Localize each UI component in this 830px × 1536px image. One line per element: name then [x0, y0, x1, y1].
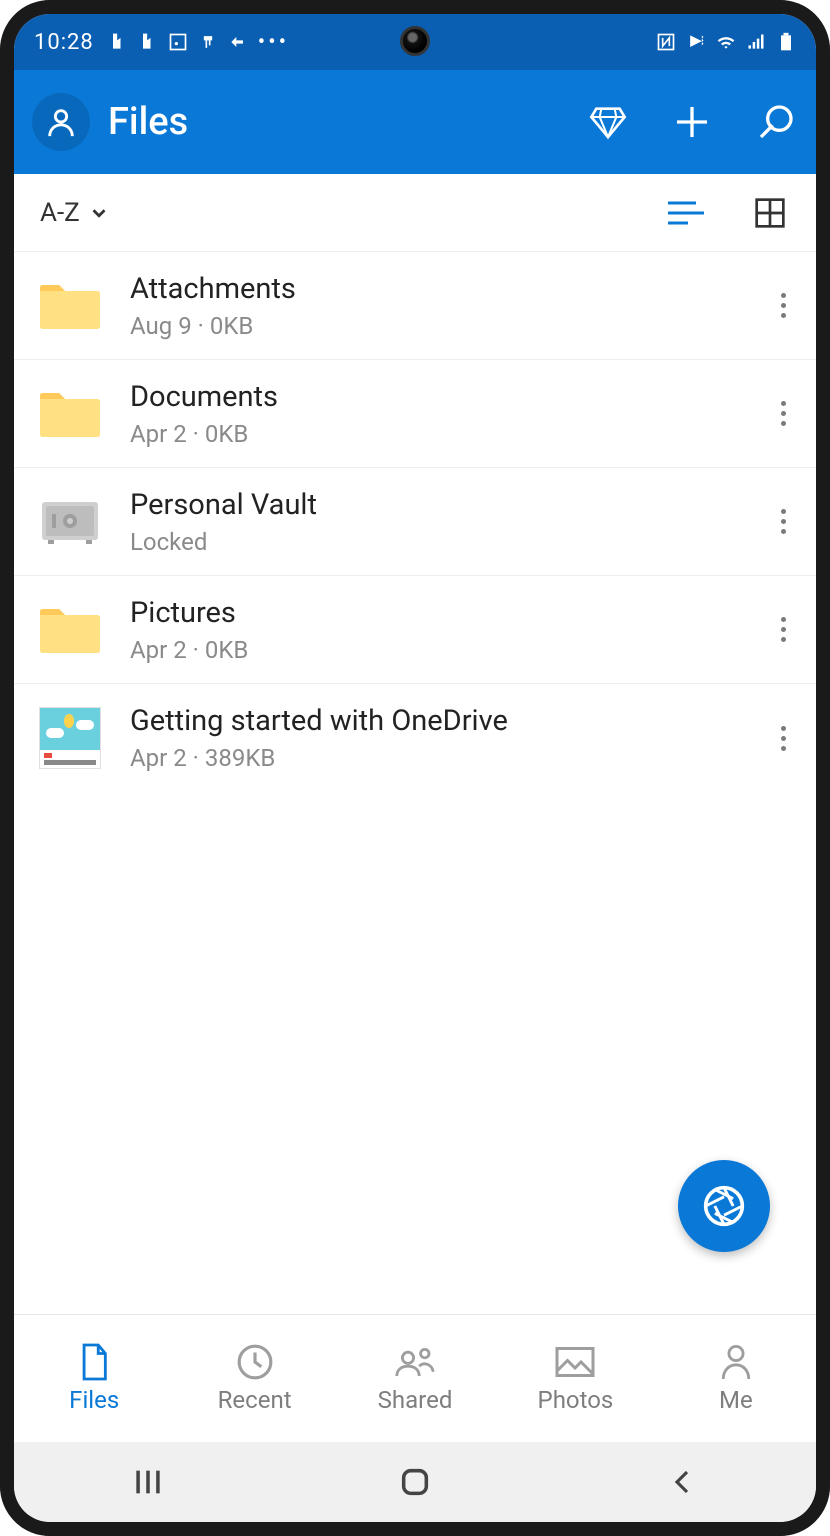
plus-icon [672, 102, 712, 142]
sort-label-text: A-Z [40, 198, 80, 228]
camera-scan-fab[interactable] [678, 1160, 770, 1252]
grid-view-button[interactable] [750, 197, 790, 229]
wifi-icon [716, 32, 736, 52]
sort-dropdown[interactable]: A-Z [40, 198, 110, 228]
home-icon [398, 1465, 432, 1499]
folder-icon [38, 604, 102, 656]
signal-icon [746, 32, 766, 52]
transfer-icon [228, 32, 248, 52]
file-list[interactable]: Attachments Aug 9 · 0KB Documents Apr 2 … [14, 252, 816, 1314]
tab-recent[interactable]: Recent [174, 1315, 334, 1442]
list-item[interactable]: Documents Apr 2 · 0KB [14, 360, 816, 468]
back-icon [667, 1467, 697, 1497]
more-vertical-icon [781, 509, 786, 534]
aperture-icon [702, 1184, 746, 1228]
item-more-button[interactable] [777, 718, 790, 759]
list-item[interactable]: Getting started with OneDrive Apr 2 · 38… [14, 684, 816, 792]
more-notif-icon: ••• [258, 30, 289, 55]
sort-toolbar: A-Z [14, 174, 816, 252]
item-title: Documents [130, 380, 749, 414]
file-icon [77, 1342, 111, 1382]
list-item[interactable]: Pictures Apr 2 · 0KB [14, 576, 816, 684]
android-navbar [14, 1442, 816, 1522]
account-avatar-button[interactable] [32, 93, 90, 151]
front-camera [400, 26, 430, 56]
tab-label: Recent [218, 1386, 292, 1414]
battery-icon [776, 32, 796, 52]
item-title: Getting started with OneDrive [130, 704, 749, 738]
chevron-down-icon [88, 202, 110, 224]
person-icon [44, 105, 78, 139]
item-meta: Apr 2 · 0KB [130, 636, 749, 664]
search-button[interactable] [754, 100, 798, 144]
item-meta: Apr 2 · 389KB [130, 744, 749, 772]
more-vertical-icon [781, 617, 786, 642]
vault-icon [38, 496, 102, 548]
nfc-icon [656, 32, 676, 52]
recents-nav-button[interactable] [123, 1457, 173, 1507]
item-meta: Aug 9 · 0KB [130, 312, 749, 340]
more-vertical-icon [781, 401, 786, 426]
more-vertical-icon [781, 293, 786, 318]
list-icon [666, 199, 706, 227]
more-vertical-icon [781, 726, 786, 751]
item-meta: Locked [130, 528, 749, 556]
item-meta: Apr 2 · 0KB [130, 420, 749, 448]
folder-icon [38, 280, 102, 332]
grid-icon [754, 197, 786, 229]
tab-shared[interactable]: Shared [335, 1315, 495, 1442]
people-icon [394, 1343, 436, 1381]
list-item[interactable]: Personal Vault Locked [14, 468, 816, 576]
status-time: 10:28 [34, 30, 94, 55]
list-view-button[interactable] [666, 197, 706, 229]
item-more-button[interactable] [777, 501, 790, 542]
usb-icon [198, 32, 218, 52]
app-bar: Files [14, 70, 816, 174]
notif-icon [138, 32, 158, 52]
page-title: Files [108, 100, 568, 144]
photo-icon [554, 1345, 596, 1379]
person-icon [719, 1343, 753, 1381]
item-title: Personal Vault [130, 488, 749, 522]
tab-files[interactable]: Files [14, 1315, 174, 1442]
search-icon [756, 102, 796, 142]
bottom-tabs: Files Recent Shared Photos [14, 1314, 816, 1442]
screenshot-icon [168, 32, 188, 52]
home-nav-button[interactable] [390, 1457, 440, 1507]
tab-photos[interactable]: Photos [495, 1315, 655, 1442]
list-item[interactable]: Attachments Aug 9 · 0KB [14, 252, 816, 360]
item-title: Pictures [130, 596, 749, 630]
vibrate-icon [686, 32, 706, 52]
item-more-button[interactable] [777, 609, 790, 650]
back-nav-button[interactable] [657, 1457, 707, 1507]
tab-label: Shared [378, 1386, 453, 1414]
tab-label: Photos [538, 1386, 614, 1414]
tab-me[interactable]: Me [656, 1315, 816, 1442]
item-title: Attachments [130, 272, 749, 306]
clock-icon [236, 1343, 274, 1381]
item-more-button[interactable] [777, 285, 790, 326]
document-thumbnail [38, 712, 102, 764]
item-more-button[interactable] [777, 393, 790, 434]
premium-button[interactable] [586, 100, 630, 144]
notif-icon [108, 32, 128, 52]
diamond-icon [588, 102, 628, 142]
tab-label: Files [69, 1386, 119, 1414]
tab-label: Me [719, 1386, 753, 1414]
add-button[interactable] [670, 100, 714, 144]
folder-icon [38, 388, 102, 440]
recents-icon [131, 1465, 165, 1499]
